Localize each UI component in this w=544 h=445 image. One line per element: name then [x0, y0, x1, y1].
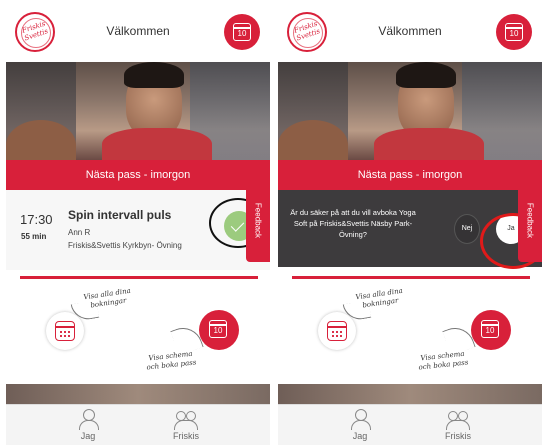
- calendar-icon: 10: [481, 320, 499, 338]
- instructor-name: Ann R: [68, 228, 91, 237]
- no-button[interactable]: Nej: [454, 214, 480, 244]
- tab-friskis[interactable]: Friskis: [428, 409, 488, 441]
- bookings-calendar-icon: [327, 321, 347, 341]
- show-bookings-button[interactable]: [318, 312, 356, 350]
- feedback-tab[interactable]: Feedback: [246, 186, 270, 262]
- tip-schedule: Visa schema och boka pass: [146, 349, 197, 372]
- class-name: Spin intervall puls: [68, 208, 172, 222]
- booking-time: 17:30: [20, 212, 53, 227]
- class-location: Friskis&Svettis Kyrkbyn- Övning: [68, 241, 182, 250]
- person-icon: [350, 409, 371, 430]
- app-header: Friskis Svettis Välkommen 10: [6, 0, 270, 62]
- tab-bar: Jag Friskis: [278, 404, 542, 445]
- cancel-dialog: Är du säker på att du vill avboka Yoga S…: [278, 190, 542, 269]
- show-bookings-button[interactable]: [46, 312, 84, 350]
- divider: [292, 276, 530, 279]
- footer-image: [6, 384, 270, 404]
- booking-card[interactable]: 17:30 55 min Spin intervall puls Ann R F…: [6, 190, 270, 270]
- cancel-question: Är du säker på att du vill avboka Yoga S…: [290, 208, 416, 239]
- tab-bar: Jag Friskis: [6, 404, 270, 445]
- screen-left: Friskis Svettis Välkommen 10 Nästa pass …: [6, 0, 270, 445]
- schedule-button[interactable]: 10: [471, 310, 511, 350]
- calendar-icon: 10: [209, 320, 227, 338]
- next-session-bar: Nästa pass - imorgon: [6, 160, 270, 190]
- tab-jag[interactable]: Jag: [330, 409, 390, 441]
- divider: [20, 276, 258, 279]
- calendar-icon: 10: [233, 23, 251, 41]
- calendar-icon: 10: [505, 23, 523, 41]
- screen-right: Friskis Svettis Välkommen 10 Nästa pass …: [278, 0, 542, 445]
- footer-image: [278, 384, 542, 404]
- tab-jag[interactable]: Jag: [58, 409, 118, 441]
- app-header: Friskis Svettis Välkommen 10: [278, 0, 542, 62]
- calendar-button[interactable]: 10: [224, 14, 260, 50]
- next-session-bar: Nästa pass - imorgon: [278, 160, 542, 190]
- feedback-tab[interactable]: Feedback: [518, 186, 542, 262]
- tab-friskis[interactable]: Friskis: [156, 409, 216, 441]
- hero-image: [6, 62, 270, 160]
- group-icon: [174, 409, 198, 430]
- tip-schedule: Visa schema och boka pass: [418, 349, 469, 372]
- hero-image: [278, 62, 542, 160]
- group-icon: [446, 409, 470, 430]
- calendar-button[interactable]: 10: [496, 14, 532, 50]
- person-icon: [78, 409, 99, 430]
- bookings-calendar-icon: [55, 321, 75, 341]
- schedule-button[interactable]: 10: [199, 310, 239, 350]
- booking-duration: 55 min: [21, 232, 47, 241]
